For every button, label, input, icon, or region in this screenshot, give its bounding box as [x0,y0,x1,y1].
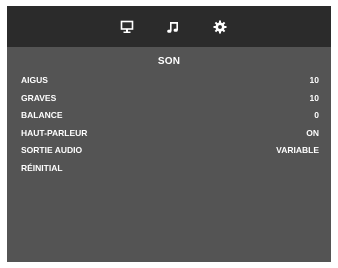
menu-item-graves[interactable]: GRAVES 10 [21,90,319,108]
menu-item-value: 0 [314,110,319,120]
menu-item-balance[interactable]: BALANCE 0 [21,107,319,125]
menu-item-label: AIGUS [21,75,48,85]
menu-item-aigus[interactable]: AIGUS 10 [21,72,319,90]
settings-list: AIGUS 10 GRAVES 10 BALANCE 0 HAUT-PARLEU… [21,72,319,177]
tab-settings[interactable] [209,16,231,38]
menu-item-value: 10 [309,75,319,85]
osd-menu-panel: SON AIGUS 10 GRAVES 10 BALANCE 0 HAUT-PA… [7,6,331,262]
menu-item-reinitial[interactable]: RÉINITIAL [21,160,319,178]
menu-item-label: HAUT-PARLEUR [21,127,88,138]
menu-tab-bar [7,6,331,47]
menu-item-value: ON [306,127,319,138]
menu-title: SON [157,56,181,67]
tab-sound[interactable] [162,16,184,38]
menu-item-haut-parleur[interactable]: HAUT-PARLEUR ON [21,125,319,143]
music-note-icon [167,22,178,33]
menu-item-label: RÉINITIAL [21,162,63,173]
monitor-icon [120,20,134,33]
menu-item-label: BALANCE [21,110,63,120]
menu-item-label: SORTIE AUDIO [21,145,83,155]
menu-item-sortie-audio[interactable]: SORTIE AUDIO VARIABLE [21,142,319,160]
gear-icon [213,20,227,34]
menu-item-value: 10 [309,92,319,103]
menu-item-label: GRAVES [21,92,57,103]
tab-picture[interactable] [116,16,138,38]
menu-item-value: VARIABLE [276,145,319,155]
